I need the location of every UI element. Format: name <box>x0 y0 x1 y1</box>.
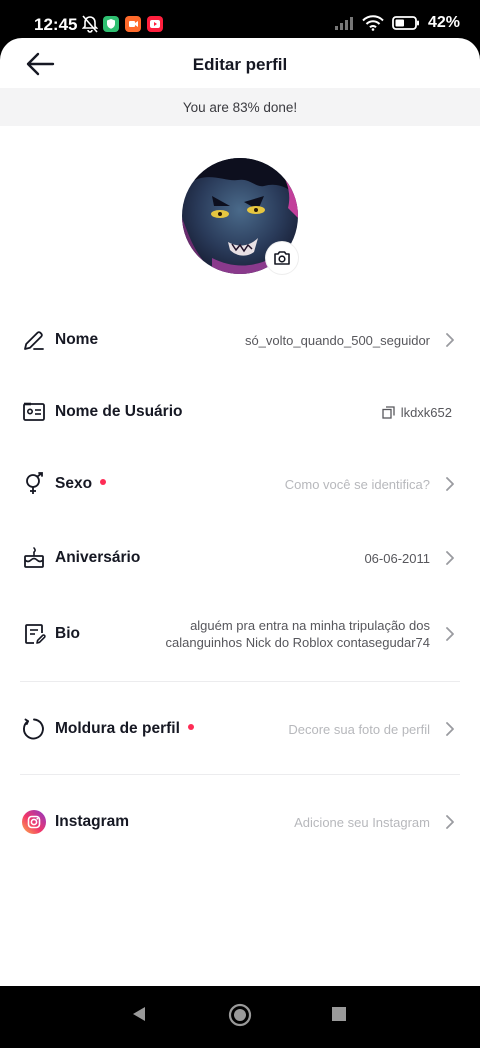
bio-line-2: calanguinhos Nick do Roblox contasegudar… <box>165 635 430 650</box>
row-moldura[interactable]: Moldura de perfil Decore sua foto de per… <box>0 701 480 757</box>
row-value-nome: só_volto_quando_500_seguidor <box>244 333 430 348</box>
row-label-username: Nome de Usuário <box>55 403 183 420</box>
row-value-aniversario: 06-06-2011 <box>364 551 430 566</box>
red-dot <box>100 478 107 485</box>
row-label-sexo: Sexo <box>55 475 107 493</box>
change-photo-button[interactable] <box>266 242 298 274</box>
id-card-icon <box>23 402 45 421</box>
row-nome[interactable]: Nome só_volto_quando_500_seguidor <box>0 312 480 368</box>
instagram-icon <box>22 810 46 834</box>
header: Editar perfil <box>0 38 480 90</box>
edit-profile-screen: Editar perfil You are 83% done! Nome só_… <box>0 38 480 986</box>
wifi-icon <box>362 15 384 31</box>
page-title: Editar perfil <box>192 55 288 74</box>
nav-recents-icon[interactable] <box>331 1006 347 1022</box>
bio-line-1: alguém pra entra na minha tripulação dos <box>190 618 430 633</box>
battery-icon <box>392 16 419 30</box>
copy-icon[interactable] <box>382 406 395 419</box>
row-label-bio: Bio <box>55 625 80 642</box>
status-time: 12:45 <box>34 15 78 34</box>
row-bio[interactable]: Bio alguém pra entra na minha tripulação… <box>0 604 480 664</box>
signal-icon <box>334 17 353 30</box>
battery-percent: 42% <box>427 14 460 31</box>
row-label-moldura-text: Moldura de perfil <box>55 720 180 737</box>
gender-icon <box>26 472 43 494</box>
cake-icon <box>24 547 44 568</box>
chevron-right-icon <box>446 333 454 347</box>
row-value-instagram: Adicione seu Instagram <box>294 815 430 830</box>
row-label-nome: Nome <box>55 331 99 348</box>
row-value-bio: alguém pra entra na minha tripulação dos… <box>165 617 430 651</box>
row-instagram[interactable]: Instagram Adicione seu Instagram <box>0 794 480 850</box>
row-sexo[interactable]: Sexo Como você se identifica? <box>0 456 480 512</box>
youtube-icon <box>147 16 163 32</box>
row-aniversario[interactable]: Aniversário 06-06-2011 <box>0 530 480 586</box>
note-icon <box>25 624 46 644</box>
orange-app-icon <box>125 16 141 32</box>
chevron-right-icon <box>446 815 454 829</box>
divider <box>20 681 460 682</box>
row-label-moldura: Moldura de perfil <box>55 720 194 738</box>
avatar-container[interactable] <box>182 158 298 274</box>
shield-app-icon <box>103 16 119 32</box>
system-nav-bar <box>0 986 480 1048</box>
chevron-right-icon <box>446 627 454 641</box>
row-username[interactable]: Nome de Usuário lkdxk652 <box>0 384 480 440</box>
nav-home-icon[interactable] <box>228 1003 252 1027</box>
row-label-sexo-text: Sexo <box>55 475 93 492</box>
progress-banner: You are 83% done! <box>0 88 480 126</box>
row-value-sexo: Como você se identifica? <box>284 477 430 492</box>
chevron-right-icon <box>446 477 454 491</box>
row-value-username: lkdxk652 <box>400 405 452 420</box>
frame-icon <box>23 718 44 740</box>
mute-bell-icon <box>82 15 98 33</box>
row-value-moldura: Decore sua foto de perfil <box>288 722 430 737</box>
pencil-icon <box>24 331 44 350</box>
divider <box>20 774 460 775</box>
nav-back-icon[interactable] <box>130 1004 148 1024</box>
camera-icon <box>274 251 290 265</box>
row-label-instagram: Instagram <box>55 813 130 830</box>
chevron-right-icon <box>446 551 454 565</box>
chevron-right-icon <box>446 722 454 736</box>
row-label-aniversario: Aniversário <box>55 549 141 566</box>
red-dot <box>187 723 194 730</box>
